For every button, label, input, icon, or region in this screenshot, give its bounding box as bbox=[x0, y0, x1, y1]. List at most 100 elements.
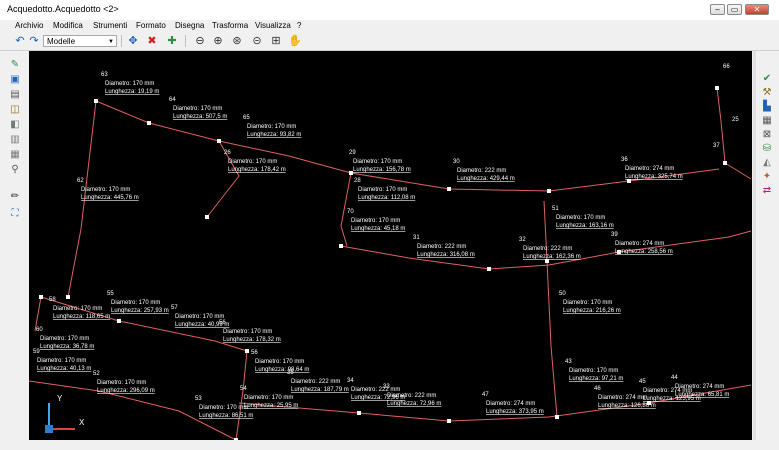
pipe-id-text: 46 bbox=[594, 386, 601, 392]
add-node-icon[interactable]: ✚ bbox=[165, 34, 179, 48]
menu-strumenti[interactable]: Strumenti bbox=[93, 21, 127, 30]
menu-formato[interactable]: Formato bbox=[136, 21, 166, 30]
pipe-label-37[interactable]: 37 bbox=[713, 143, 720, 149]
network-node[interactable] bbox=[94, 99, 98, 103]
undo-icon[interactable]: ↶ bbox=[13, 34, 27, 48]
pipe-label-32[interactable]: 32 Diametro: 222 mm Lunghezza: 162,36 m bbox=[519, 237, 581, 260]
pressure-icon[interactable]: ◭ bbox=[760, 157, 774, 169]
pipe-label-25[interactable]: 25 bbox=[732, 117, 739, 123]
network-node[interactable] bbox=[447, 419, 451, 423]
redo-icon[interactable]: ↷ bbox=[27, 34, 41, 48]
pipe-label-31[interactable]: 31 Diametro: 222 mm Lunghezza: 316,08 m bbox=[413, 235, 475, 258]
chart-icon[interactable]: ▙ bbox=[760, 101, 774, 113]
pipe-label-44[interactable]: 44 Diametro: 274 mm Lunghezza: 65,81 m bbox=[671, 375, 729, 398]
network-node[interactable] bbox=[357, 411, 361, 415]
pipe-label-59[interactable]: 59 Diametro: 170 mm Lunghezza: 40,13 m bbox=[33, 349, 91, 372]
pipe-length-text: Lunghezza: 97,21 m bbox=[569, 376, 623, 382]
pipe-label-47[interactable]: 47 Diametro: 274 mm Lunghezza: 373,95 m bbox=[482, 392, 544, 415]
zoom-extents-icon[interactable]: ⊖ bbox=[193, 34, 207, 48]
delete-icon[interactable]: ✖ bbox=[145, 34, 159, 48]
layer-icon[interactable]: ▥ bbox=[8, 134, 22, 146]
network-node[interactable] bbox=[715, 86, 719, 90]
pipe-label-43[interactable]: 43 Diametro: 170 mm Lunghezza: 97,21 m bbox=[565, 359, 623, 382]
grid-icon[interactable]: ▦ bbox=[760, 115, 774, 127]
pipe-length-text: Lunghezza: 429,44 m bbox=[457, 176, 515, 182]
flow-icon[interactable]: ✦ bbox=[760, 171, 774, 183]
pan-icon[interactable]: ✋ bbox=[288, 34, 302, 48]
network-node[interactable] bbox=[205, 215, 209, 219]
pipe-length-text: Lunghezza: 65,81 m bbox=[675, 392, 729, 398]
network-icon[interactable]: ⛶ bbox=[8, 208, 22, 220]
pipe-label-29[interactable]: 29 Diametro: 170 mm Lunghezza: 156,78 m bbox=[349, 150, 411, 173]
network-node[interactable] bbox=[547, 189, 551, 193]
pipe-label-64[interactable]: 64 Diametro: 170 mm Lunghezza: 507,5 m bbox=[169, 97, 227, 120]
table-icon[interactable]: ▦ bbox=[8, 149, 22, 161]
pipe-label-60[interactable]: 60 Diametro: 170 mm Lunghezza: 36,78 m bbox=[36, 327, 94, 350]
binoculars-icon[interactable]: ⚲ bbox=[8, 164, 22, 176]
pipe-label-56b[interactable]: 56 Diametro: 170 mm Lunghezza: 98,64 m bbox=[251, 350, 309, 373]
pipe-id-text: 55 bbox=[107, 291, 114, 297]
node-icon[interactable]: ▣ bbox=[8, 74, 22, 86]
pipe-diameter-text: Diametro: 274 mm bbox=[615, 241, 664, 247]
network-node[interactable] bbox=[447, 187, 451, 191]
pipe-label-51[interactable]: 51 Diametro: 170 mm Lunghezza: 163,16 m bbox=[552, 206, 614, 229]
pipe-id-text: 56 bbox=[219, 320, 226, 326]
network-node[interactable] bbox=[234, 438, 238, 440]
pipe-diameter-text: Diametro: 274 mm bbox=[625, 166, 674, 172]
zoom-in-icon[interactable]: ⊞ bbox=[269, 34, 283, 48]
junction-icon[interactable]: ⊠ bbox=[760, 129, 774, 141]
network-node[interactable] bbox=[723, 161, 727, 165]
menu-trasforma[interactable]: Trasforma bbox=[212, 21, 248, 30]
pipe-length-text: Lunghezza: 373,95 m bbox=[486, 409, 544, 415]
pipe-label-35[interactable]: 35 Diametro: 222 mm Lunghezza: 187,79 m bbox=[287, 370, 349, 393]
network-node[interactable] bbox=[487, 267, 491, 271]
menu-modifica[interactable]: Modifica bbox=[53, 21, 83, 30]
pipe-icon[interactable]: ✎ bbox=[8, 59, 22, 71]
check-icon[interactable]: ✔ bbox=[760, 73, 774, 85]
menu-disegna[interactable]: Disegna bbox=[175, 21, 204, 30]
pipe-id-text: 70 bbox=[347, 209, 354, 215]
network-node[interactable] bbox=[39, 295, 43, 299]
pipe-label-66[interactable]: 66 bbox=[723, 64, 730, 70]
tank-icon[interactable]: ▤ bbox=[8, 89, 22, 101]
pipe-label-30[interactable]: 30 Diametro: 222 mm Lunghezza: 429,44 m bbox=[453, 159, 515, 182]
valve-icon[interactable]: ◧ bbox=[8, 119, 22, 131]
drawing-canvas[interactable]: 63 Diametro: 170 mm Lunghezza: 19,19 m 64 Di… bbox=[29, 51, 752, 440]
network-node[interactable] bbox=[147, 121, 151, 125]
menu-visualizza[interactable]: Visualizza bbox=[255, 21, 291, 30]
menu-archivio[interactable]: Archivio bbox=[15, 21, 43, 30]
move-icon[interactable]: ✥ bbox=[126, 34, 140, 48]
reservoir-icon[interactable]: ⛁ bbox=[760, 143, 774, 155]
zoom-realtime-icon[interactable]: ⊛ bbox=[230, 34, 244, 48]
pipe-label-39[interactable]: 39 Diametro: 274 mm Lunghezza: 258,56 m bbox=[611, 232, 673, 255]
pipe-label-45[interactable]: 45Diametro: 274 mmLunghezza: 125,95 m bbox=[639, 379, 701, 402]
zoom-out-icon[interactable]: ⊝ bbox=[250, 34, 264, 48]
pipe-label-65[interactable]: 65 Diametro: 170 mm Lunghezza: 93,82 m bbox=[243, 115, 301, 138]
minimize-button[interactable]: – bbox=[710, 4, 725, 15]
pipe-label-70[interactable]: 70 Diametro: 170 mm Lunghezza: 45,18 m bbox=[347, 209, 405, 232]
link-icon[interactable]: ⇄ bbox=[760, 185, 774, 197]
pipe-label-58[interactable]: 58 Diametro: 170 mm Lunghezza: 118,65 m bbox=[49, 297, 110, 320]
pump-icon[interactable]: ◫ bbox=[8, 104, 22, 116]
model-select[interactable]: Modelle ▼ bbox=[43, 35, 117, 47]
pipe-label-36[interactable]: 36 Diametro: 274 mm Lunghezza: 325,74 m bbox=[621, 157, 683, 180]
pipe-label-52[interactable]: 52 Diametro: 170 mm Lunghezza: 296,09 m bbox=[93, 371, 155, 394]
hammer-icon[interactable]: ⚒ bbox=[760, 87, 774, 99]
network-node[interactable] bbox=[555, 415, 559, 419]
network-node[interactable] bbox=[117, 319, 121, 323]
zoom-window-icon[interactable]: ⊕ bbox=[211, 34, 225, 48]
pipe-length-text: Lunghezza: 316,08 m bbox=[417, 252, 475, 258]
maximize-button[interactable]: ▭ bbox=[727, 4, 742, 15]
pipe-label-28[interactable]: 28 Diametro: 170 mm Lunghezza: 112,08 m bbox=[354, 178, 415, 201]
network-node[interactable] bbox=[339, 244, 343, 248]
network-node[interactable] bbox=[217, 139, 221, 143]
pipe-label-63[interactable]: 63 Diametro: 170 mm Lunghezza: 19,19 m bbox=[101, 72, 159, 95]
pipe-label-50[interactable]: 50 Diametro: 170 mm Lunghezza: 216,26 m bbox=[559, 291, 621, 314]
network-node[interactable] bbox=[245, 349, 249, 353]
menu-help[interactable]: ? bbox=[297, 21, 301, 30]
network-node[interactable] bbox=[66, 295, 70, 299]
pipe-label-55[interactable]: 55 Diametro: 170 mm Lunghezza: 257,93 m bbox=[107, 291, 169, 314]
close-button[interactable]: ✕ bbox=[745, 4, 769, 15]
pipe-label-54[interactable]: 54 Diametro: 170 mm Lunghezza: 25,95 m bbox=[240, 386, 298, 409]
pencil-icon[interactable]: ✏ bbox=[8, 191, 22, 203]
